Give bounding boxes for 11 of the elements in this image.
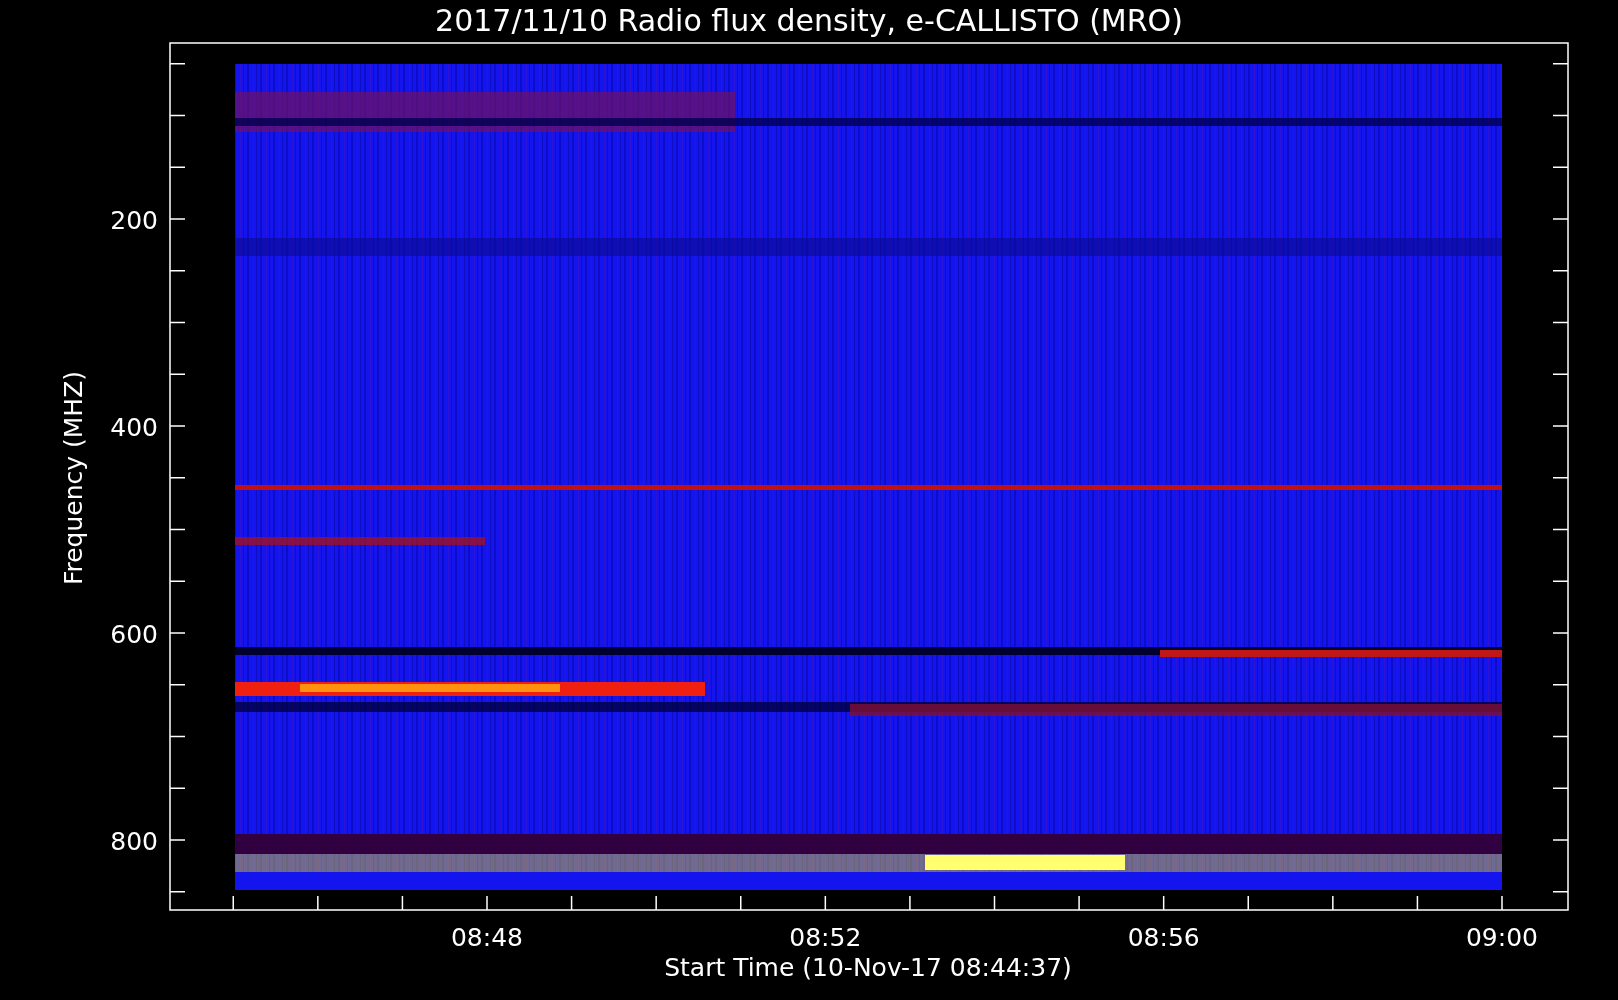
y-axis-label: Frequency (MHZ)	[59, 370, 88, 586]
x-tick-label: 08:56	[1127, 923, 1200, 952]
x-tick-label: 08:52	[789, 923, 862, 952]
y-tick-label: 600	[110, 620, 158, 649]
x-axis-label: Start Time (10-Nov-17 08:44:37)	[664, 953, 1072, 982]
y-tick-label: 200	[110, 206, 158, 235]
y-tick-label: 400	[110, 413, 158, 442]
x-tick-label: 09:00	[1466, 923, 1538, 952]
y-tick-label: 800	[110, 827, 158, 856]
x-tick-label: 08:48	[451, 923, 523, 952]
chart-title: 2017/11/10 Radio flux density, e-CALLISTO (MRO)	[435, 3, 1183, 38]
